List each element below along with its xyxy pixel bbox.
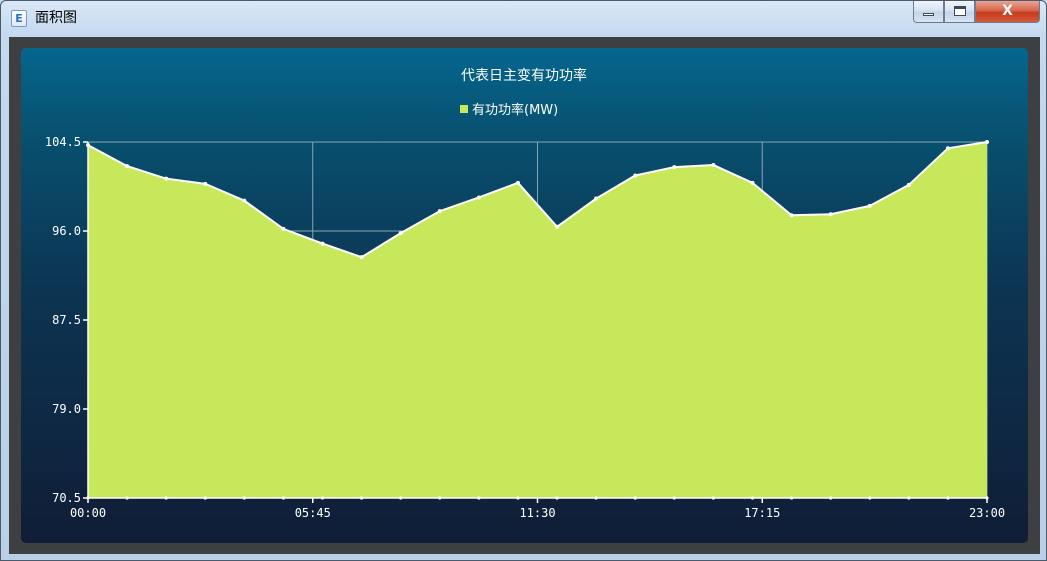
data-point[interactable] — [828, 212, 833, 217]
x-tick-label: 11:30 — [519, 506, 555, 520]
x-tick-label: 05:45 — [295, 506, 331, 520]
data-point[interactable] — [555, 224, 560, 229]
legend-label: 有功功率(MW) — [472, 102, 558, 118]
y-tick-label: 96.0 — [52, 224, 81, 238]
y-tick-label: 70.5 — [52, 491, 81, 505]
data-point[interactable] — [672, 165, 677, 170]
data-point[interactable] — [437, 209, 442, 214]
data-point[interactable] — [359, 255, 364, 260]
y-tick-label: 87.5 — [52, 313, 81, 327]
data-point[interactable] — [711, 163, 716, 168]
data-point[interactable] — [125, 164, 130, 169]
chart-panel: 代表日主变有功功率 有功功率(MW) 104.5 96.0 87.5 79.0 70.5… — [21, 48, 1028, 543]
x-tick-label: 17:15 — [744, 506, 780, 520]
data-point[interactable] — [515, 180, 520, 185]
data-point[interactable] — [867, 203, 872, 208]
data-point[interactable] — [945, 146, 950, 151]
maximize-button[interactable] — [944, 1, 975, 23]
minimize-button[interactable] — [913, 1, 944, 23]
y-tick-label: 79.0 — [52, 402, 81, 416]
data-point[interactable] — [594, 196, 599, 201]
data-point[interactable] — [750, 180, 755, 185]
data-point[interactable] — [203, 181, 208, 186]
window: E 面积图 X 代表日主变有功功率 有功功率(MW) 104.5 96.0 87.5… — [0, 0, 1047, 561]
client-area: 代表日主变有功功率 有功功率(MW) 104.5 96.0 87.5 79.0 70.5… — [9, 37, 1040, 554]
legend-swatch — [460, 105, 468, 113]
data-point[interactable] — [906, 182, 911, 187]
x-tick-label: 00:00 — [70, 506, 106, 520]
area-chart: 代表日主变有功功率 有功功率(MW) 104.5 96.0 87.5 79.0 70.5… — [45, 67, 1005, 520]
data-point[interactable] — [320, 241, 325, 246]
app-icon[interactable]: E — [11, 10, 27, 27]
data-point[interactable] — [789, 213, 794, 218]
data-point[interactable] — [633, 173, 638, 178]
x-tick-label: 23:00 — [969, 506, 1005, 520]
legend: 有功功率(MW) — [460, 102, 558, 118]
chart-title: 代表日主变有功功率 — [461, 67, 587, 84]
data-point[interactable] — [281, 226, 286, 231]
title-bar[interactable]: E 面积图 X — [1, 1, 1046, 35]
window-title: 面积图 — [35, 10, 77, 26]
close-button[interactable]: X — [975, 1, 1040, 23]
y-tick-label: 104.5 — [45, 135, 81, 149]
data-point[interactable] — [242, 198, 247, 203]
data-point[interactable] — [398, 231, 403, 236]
maximize-icon — [953, 6, 966, 16]
data-point[interactable] — [476, 195, 481, 200]
minimize-icon — [923, 13, 934, 16]
data-point[interactable] — [164, 176, 169, 181]
data-point[interactable] — [985, 140, 989, 144]
